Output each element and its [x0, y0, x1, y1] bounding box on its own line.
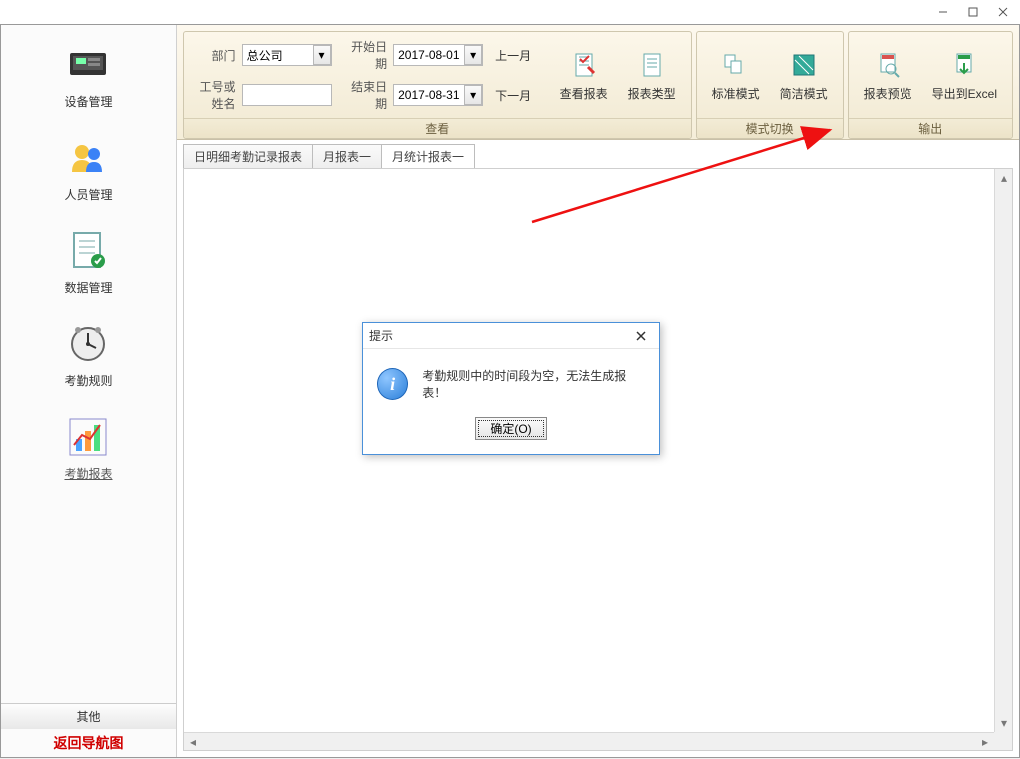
export-excel-button[interactable]: 导出到Excel [925, 46, 1004, 105]
report-tabs: 日明细考勤记录报表 月报表一 月统计报表一 [177, 140, 1019, 168]
scroll-left-icon[interactable]: ◂ [184, 733, 202, 751]
start-date-label: 开始日期 [344, 38, 388, 72]
scroll-right-icon[interactable]: ▸ [976, 733, 994, 751]
end-date-picker[interactable]: ▾ [393, 84, 483, 106]
info-icon: i [377, 368, 408, 400]
chevron-down-icon[interactable]: ▾ [464, 45, 482, 65]
export-excel-icon [948, 49, 980, 81]
preview-button[interactable]: 报表预览 [857, 46, 919, 105]
dialog-close-button[interactable] [629, 326, 653, 346]
report-type-button[interactable]: 报表类型 [621, 46, 683, 105]
report-content-area: ▴ ▾ ◂ ▸ [183, 168, 1013, 751]
clock-icon [68, 324, 108, 364]
preview-icon [872, 49, 904, 81]
start-date-picker[interactable]: ▾ [393, 44, 483, 66]
scroll-down-icon[interactable]: ▾ [995, 714, 1013, 732]
horizontal-scrollbar[interactable]: ◂ ▸ [184, 732, 994, 750]
simple-mode-button[interactable]: 简洁模式 [773, 46, 835, 105]
scroll-up-icon[interactable]: ▴ [995, 169, 1013, 187]
view-report-button[interactable]: 查看报表 [553, 46, 615, 105]
dept-select[interactable]: ▾ [242, 44, 332, 66]
sidebar-return-nav[interactable]: 返回导航图 [1, 729, 176, 757]
simple-mode-icon [788, 49, 820, 81]
sidebar-item-label: 设备管理 [64, 93, 112, 110]
tab-monthly-stats-1[interactable]: 月统计报表一 [381, 144, 475, 168]
dialog-title: 提示 [369, 327, 393, 344]
prev-month-link[interactable]: 上一月 [495, 47, 531, 64]
sidebar-item-report[interactable]: 考勤报表 [64, 417, 112, 482]
chart-icon [68, 417, 108, 457]
next-month-link[interactable]: 下一月 [495, 87, 531, 104]
sidebar: 设备管理 人员管理 数据管理 [1, 25, 177, 757]
sidebar-item-label: 考勤报表 [64, 465, 112, 482]
sidebar-item-rules[interactable]: 考勤规则 [64, 324, 112, 389]
sidebar-item-label: 数据管理 [64, 279, 112, 296]
view-report-icon [568, 49, 600, 81]
device-icon [68, 45, 108, 85]
minimize-button[interactable] [928, 2, 958, 22]
dialog-ok-button[interactable]: 确定(O) [475, 417, 546, 440]
end-date-label: 结束日期 [344, 78, 388, 112]
vertical-scrollbar[interactable]: ▴ ▾ [994, 169, 1012, 732]
sidebar-other[interactable]: 其他 [1, 703, 176, 729]
ribbon-group-title-mode: 模式切换 [697, 118, 843, 138]
close-icon [636, 331, 646, 341]
report-type-icon [636, 49, 668, 81]
close-button[interactable] [988, 2, 1018, 22]
ribbon-group-title-output: 输出 [849, 118, 1012, 138]
sidebar-item-label: 考勤规则 [64, 372, 112, 389]
sidebar-item-device[interactable]: 设备管理 [64, 45, 112, 110]
people-icon [68, 138, 108, 178]
emp-label: 工号或姓名 [192, 78, 236, 112]
emp-input[interactable] [242, 84, 332, 106]
sidebar-item-person[interactable]: 人员管理 [64, 138, 112, 203]
ribbon: 部门 ▾ 开始日期 ▾ [177, 25, 1019, 140]
message-dialog: 提示 i 考勤规则中的时间段为空，无法生成报表！ 确定(O) [362, 322, 660, 455]
tab-daily-detail[interactable]: 日明细考勤记录报表 [183, 144, 313, 168]
chevron-down-icon[interactable]: ▾ [464, 85, 482, 105]
sidebar-item-data[interactable]: 数据管理 [64, 231, 112, 296]
standard-mode-button[interactable]: 标准模式 [705, 46, 767, 105]
dept-label: 部门 [192, 47, 236, 64]
chevron-down-icon[interactable]: ▾ [313, 45, 331, 65]
ribbon-group-title-view: 查看 [184, 118, 691, 138]
maximize-button[interactable] [958, 2, 988, 22]
window-titlebar [0, 0, 1020, 24]
dialog-message: 考勤规则中的时间段为空，无法生成报表！ [422, 367, 645, 401]
scroll-corner [994, 732, 1012, 750]
sidebar-item-label: 人员管理 [64, 186, 112, 203]
tab-monthly-1[interactable]: 月报表一 [312, 144, 382, 168]
standard-mode-icon [720, 49, 752, 81]
dialog-titlebar[interactable]: 提示 [363, 323, 659, 349]
document-icon [68, 231, 108, 271]
